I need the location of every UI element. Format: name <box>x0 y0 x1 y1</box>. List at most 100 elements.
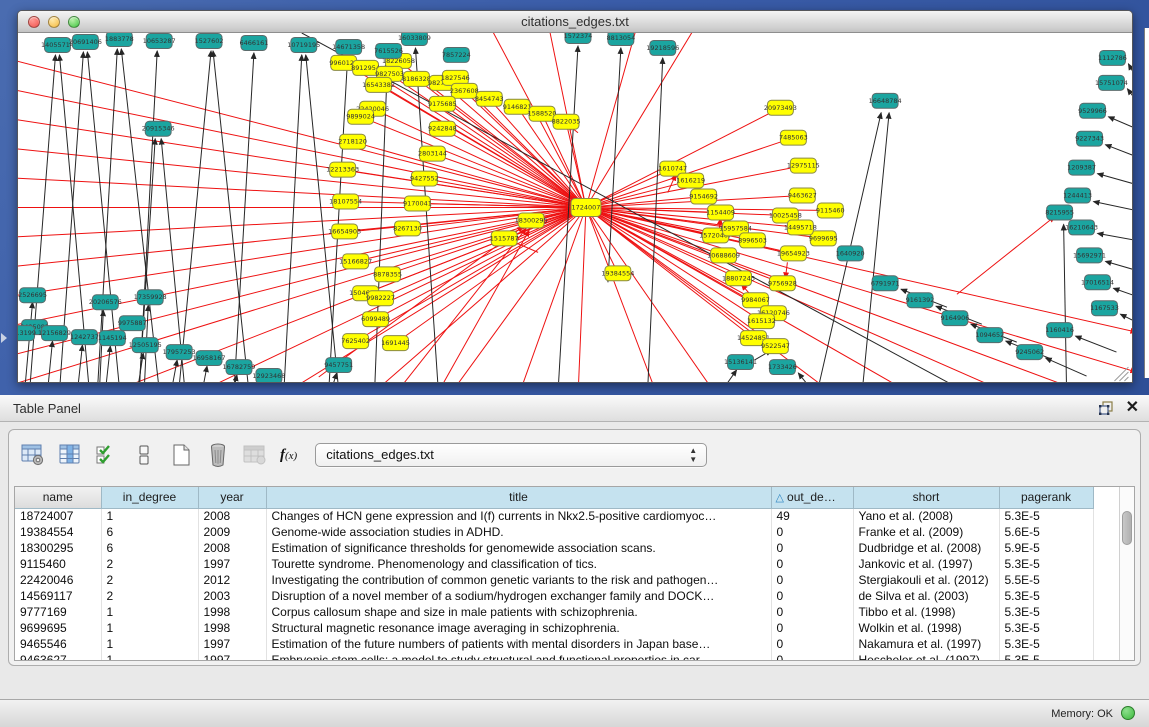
scrollbar-thumb[interactable] <box>1122 511 1132 545</box>
table-cell[interactable]: 2003 <box>198 588 266 604</box>
table-cell[interactable]: Yano et al. (2008) <box>853 508 999 524</box>
table-cell[interactable]: 0 <box>771 620 853 636</box>
table-cell[interactable]: Wolkin et al. (1998) <box>853 620 999 636</box>
column-header-title[interactable]: title <box>266 487 771 508</box>
table-cell[interactable]: 0 <box>771 636 853 652</box>
table-cell[interactable]: Changes of HCN gene expression and I(f) … <box>266 508 771 524</box>
table-cell[interactable]: 9699695 <box>15 620 101 636</box>
table-cell[interactable]: 2009 <box>198 524 266 540</box>
table-cell[interactable]: 9465546 <box>15 636 101 652</box>
table-cell[interactable]: 18300295 <box>15 540 101 556</box>
table-cell[interactable]: Structural magnetic resonance image aver… <box>266 620 771 636</box>
table-cell[interactable]: Hescheler et al. (1997) <box>853 652 999 661</box>
float-window-icon[interactable] <box>1098 400 1114 416</box>
network-table-select[interactable]: citations_edges.txt ▲▼ <box>315 443 707 467</box>
table-cell[interactable]: 6 <box>101 540 198 556</box>
table-row[interactable]: 1872400712008Changes of HCN gene express… <box>15 508 1093 524</box>
table-cell[interactable]: 0 <box>771 588 853 604</box>
table-cell[interactable]: 2008 <box>198 540 266 556</box>
import-table-icon[interactable] <box>242 442 268 468</box>
table-row[interactable]: 1938455462009Genome-wide association stu… <box>15 524 1093 540</box>
panel-collapse-arrow-icon[interactable] <box>1 333 7 343</box>
table-cell[interactable]: Tourette syndrome. Phenomenology and cla… <box>266 556 771 572</box>
table-cell[interactable]: 0 <box>771 604 853 620</box>
table-cell[interactable]: 5.3E-5 <box>999 556 1093 572</box>
table-row[interactable]: 946362711997Embryonic stem cells: a mode… <box>15 652 1093 661</box>
table-cell[interactable]: de Silva et al. (2003) <box>853 588 999 604</box>
table-cell[interactable]: 1997 <box>198 556 266 572</box>
table-cell[interactable]: Embryonic stem cells: a model to study s… <box>266 652 771 661</box>
table-cell[interactable]: Jankovic et al. (1997) <box>853 556 999 572</box>
table-cell[interactable]: 5.6E-5 <box>999 524 1093 540</box>
column-header-name[interactable]: name <box>15 487 101 508</box>
column-header-pagerank[interactable]: pagerank <box>999 487 1093 508</box>
table-cell[interactable]: 49 <box>771 508 853 524</box>
table-cell[interactable]: 1997 <box>198 652 266 661</box>
table-cell[interactable]: 5.3E-5 <box>999 588 1093 604</box>
table-row[interactable]: 1456911722003Disruption of a novel membe… <box>15 588 1093 604</box>
table-cell[interactable]: 1 <box>101 636 198 652</box>
table-cell[interactable]: Investigating the contribution of common… <box>266 572 771 588</box>
table-cell[interactable]: 1997 <box>198 636 266 652</box>
function-builder-icon[interactable]: f(x) <box>280 447 297 464</box>
table-row[interactable]: 911546021997Tourette syndrome. Phenomeno… <box>15 556 1093 572</box>
table-cell[interactable]: Dudbridge et al. (2008) <box>853 540 999 556</box>
table-row[interactable]: 969969511998Structural magnetic resonanc… <box>15 620 1093 636</box>
table-cell[interactable]: 1998 <box>198 604 266 620</box>
table-cell[interactable]: 0 <box>771 540 853 556</box>
column-header-in_degree[interactable]: in_degree <box>101 487 198 508</box>
table-cell[interactable]: 5.3E-5 <box>999 620 1093 636</box>
table-cell[interactable]: 1 <box>101 604 198 620</box>
network-canvas[interactable]: 9960124891295418226058982750316543382818… <box>18 33 1132 383</box>
table-cell[interactable]: Nakamura et al. (1997) <box>853 636 999 652</box>
close-panel-icon[interactable]: ✕ <box>1126 399 1139 417</box>
table-cell[interactable]: 5.5E-5 <box>999 572 1093 588</box>
clear-selection-icon[interactable] <box>131 442 157 468</box>
table-row[interactable]: 1830029562008Estimation of significance … <box>15 540 1093 556</box>
table-cell[interactable]: 2 <box>101 572 198 588</box>
table-cell[interactable]: Genome-wide association studies in ADHD. <box>266 524 771 540</box>
table-cell[interactable]: Stergiakouli et al. (2012) <box>853 572 999 588</box>
table-settings-icon[interactable] <box>20 442 46 468</box>
table-cell[interactable]: 5.3E-5 <box>999 636 1093 652</box>
table-cell[interactable]: 1 <box>101 652 198 661</box>
table-cell[interactable]: 5.3E-5 <box>999 604 1093 620</box>
column-header-year[interactable]: year <box>198 487 266 508</box>
table-cell[interactable]: 18724007 <box>15 508 101 524</box>
table-cell[interactable]: 14569117 <box>15 588 101 604</box>
table-cell[interactable]: 1998 <box>198 620 266 636</box>
citation-network-graph[interactable]: 9960124891295418226058982750316543382818… <box>18 33 1133 383</box>
table-cell[interactable]: Estimation of the future numbers of pati… <box>266 636 771 652</box>
table-cell[interactable]: 22420046 <box>15 572 101 588</box>
table-cell[interactable]: 5.3E-5 <box>999 508 1093 524</box>
table-cell[interactable]: 0 <box>771 524 853 540</box>
table-cell[interactable]: 2008 <box>198 508 266 524</box>
select-all-icon[interactable] <box>94 442 120 468</box>
column-header-short[interactable]: short <box>853 487 999 508</box>
table-cell[interactable]: 1 <box>101 508 198 524</box>
table-cell[interactable]: 2 <box>101 556 198 572</box>
column-header-out_de[interactable]: △ out_de… <box>771 487 853 508</box>
table-cell[interactable]: 6 <box>101 524 198 540</box>
table-cell[interactable]: 1 <box>101 620 198 636</box>
table-cell[interactable]: Franke et al. (2009) <box>853 524 999 540</box>
table-cell[interactable]: 9777169 <box>15 604 101 620</box>
table-cell[interactable]: 2012 <box>198 572 266 588</box>
table-cell[interactable]: 0 <box>771 556 853 572</box>
table-cell[interactable]: 9115460 <box>15 556 101 572</box>
table-cell[interactable]: Tibbo et al. (1998) <box>853 604 999 620</box>
table-cell[interactable]: 5.9E-5 <box>999 540 1093 556</box>
table-row[interactable]: 2242004622012Investigating the contribut… <box>15 572 1093 588</box>
table-cell[interactable]: 19384554 <box>15 524 101 540</box>
table-cell[interactable]: 2 <box>101 588 198 604</box>
table-row[interactable]: 977716911998Corpus callosum shape and si… <box>15 604 1093 620</box>
delete-column-icon[interactable] <box>205 442 231 468</box>
table-vertical-scrollbar[interactable] <box>1119 487 1134 660</box>
table-cell[interactable]: 9463627 <box>15 652 101 661</box>
table-cell[interactable]: 0 <box>771 572 853 588</box>
table-row[interactable]: 946554611997Estimation of the future num… <box>15 636 1093 652</box>
table-cell[interactable]: 5.3E-5 <box>999 652 1093 661</box>
table-cell[interactable]: Estimation of significance thresholds fo… <box>266 540 771 556</box>
new-column-icon[interactable] <box>168 442 194 468</box>
table-cell[interactable]: 0 <box>771 652 853 661</box>
